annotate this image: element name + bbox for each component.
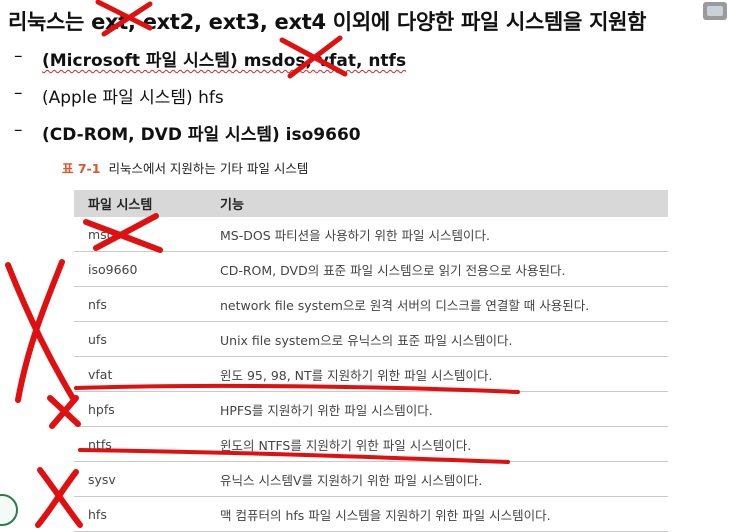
- bullet-microsoft: – (Microsoft 파일 시스템) msdos, vfat, ntfs: [14, 46, 406, 83]
- bullet-text: (Microsoft 파일 시스템) msdos, vfat, ntfs: [42, 51, 407, 71]
- university-seal-logo: [0, 494, 18, 526]
- fs-description: 윈도 95, 98, NT를 지원하기 위한 파일 시스템이다.: [206, 356, 668, 392]
- fs-name: sysv: [74, 461, 206, 497]
- table-title: 리눅스에서 지원하는 기타 파일 시스템: [108, 161, 309, 176]
- table-row: nfs network file system으로 원격 서버의 디스크를 연결할…: [74, 286, 668, 322]
- fs-name: iso9660: [74, 251, 206, 287]
- fs-name: hpfs: [74, 391, 206, 427]
- table-row: sysv 유닉스 시스템V를 지원하기 위한 파일 시스템이다.: [74, 461, 668, 497]
- table-number: 표 7-1: [62, 161, 101, 176]
- fs-description: network file system으로 원격 서버의 디스크를 연결할 때 …: [206, 286, 668, 322]
- table-row: hpfs HPFS를 지원하기 위한 파일 시스템이다.: [74, 391, 668, 427]
- fs-description: 윈도의 NTFS를 지원하기 위한 파일 시스템이다.: [206, 426, 668, 462]
- slide-headline: 리눅스는 ext, ext2, ext3, ext4 이외에 다양한 파일 시스…: [8, 10, 647, 34]
- fs-description: HPFS를 지원하기 위한 파일 시스템이다.: [206, 391, 668, 427]
- fs-name: msdos: [74, 217, 206, 252]
- fs-name: nfs: [74, 286, 206, 322]
- fs-description: CD-ROM, DVD의 표준 파일 시스템으로 읽기 전용으로 사용된다.: [206, 251, 668, 287]
- bullet-text: (Apple 파일 시스템) hfs: [42, 88, 224, 108]
- bullet-cdrom: – (CD-ROM, DVD 파일 시스템) iso9660: [14, 120, 406, 157]
- corner-logo-icon: [703, 2, 727, 20]
- fs-description: Unix file system으로 유닉스의 표준 파일 시스템이다.: [206, 321, 668, 357]
- bullet-dash: –: [14, 46, 23, 66]
- table-row: msdos MS-DOS 파티션을 사용하기 위한 파일 시스템이다.: [74, 217, 668, 252]
- filesystem-table: 파일 시스템 기능 msdos MS-DOS 파티션을 사용하기 위한 파일 시스…: [74, 190, 668, 532]
- table-caption: 표 7-1 리눅스에서 지원하는 기타 파일 시스템: [62, 158, 308, 177]
- header-function: 기능: [206, 190, 668, 217]
- table-row: hfs 맥 컴퓨터의 hfs 파일 시스템을 지원하기 위한 파일 시스템이다.: [74, 496, 668, 532]
- fs-name: ntfs: [74, 426, 206, 462]
- header-filesystem: 파일 시스템: [74, 190, 206, 217]
- big-x-mark: [5, 259, 77, 403]
- table-row: vfat 윈도 95, 98, NT를 지원하기 위한 파일 시스템이다.: [74, 356, 668, 392]
- fs-description: 유닉스 시스템V를 지원하기 위한 파일 시스템이다.: [206, 461, 668, 497]
- bullet-apple: – (Apple 파일 시스템) hfs: [14, 83, 406, 120]
- fs-name: hfs: [74, 496, 206, 532]
- bullet-list: – (Microsoft 파일 시스템) msdos, vfat, ntfs –…: [14, 46, 406, 157]
- fs-name: ufs: [74, 321, 206, 357]
- table-header-row: 파일 시스템 기능: [74, 190, 668, 217]
- table-row: ntfs 윈도의 NTFS를 지원하기 위한 파일 시스템이다.: [74, 426, 668, 462]
- bullet-text: (CD-ROM, DVD 파일 시스템) iso9660: [42, 125, 361, 145]
- bullet-dash: –: [14, 120, 23, 140]
- bullet-dash: –: [14, 83, 23, 103]
- fs-description: 맥 컴퓨터의 hfs 파일 시스템을 지원하기 위한 파일 시스템이다.: [206, 496, 668, 532]
- fs-description: MS-DOS 파티션을 사용하기 위한 파일 시스템이다.: [206, 217, 668, 252]
- table-row: ufs Unix file system으로 유닉스의 표준 파일 시스템이다.: [74, 321, 668, 357]
- fs-name: vfat: [74, 356, 206, 392]
- table-row: iso9660 CD-ROM, DVD의 표준 파일 시스템으로 읽기 전용으로 …: [74, 251, 668, 287]
